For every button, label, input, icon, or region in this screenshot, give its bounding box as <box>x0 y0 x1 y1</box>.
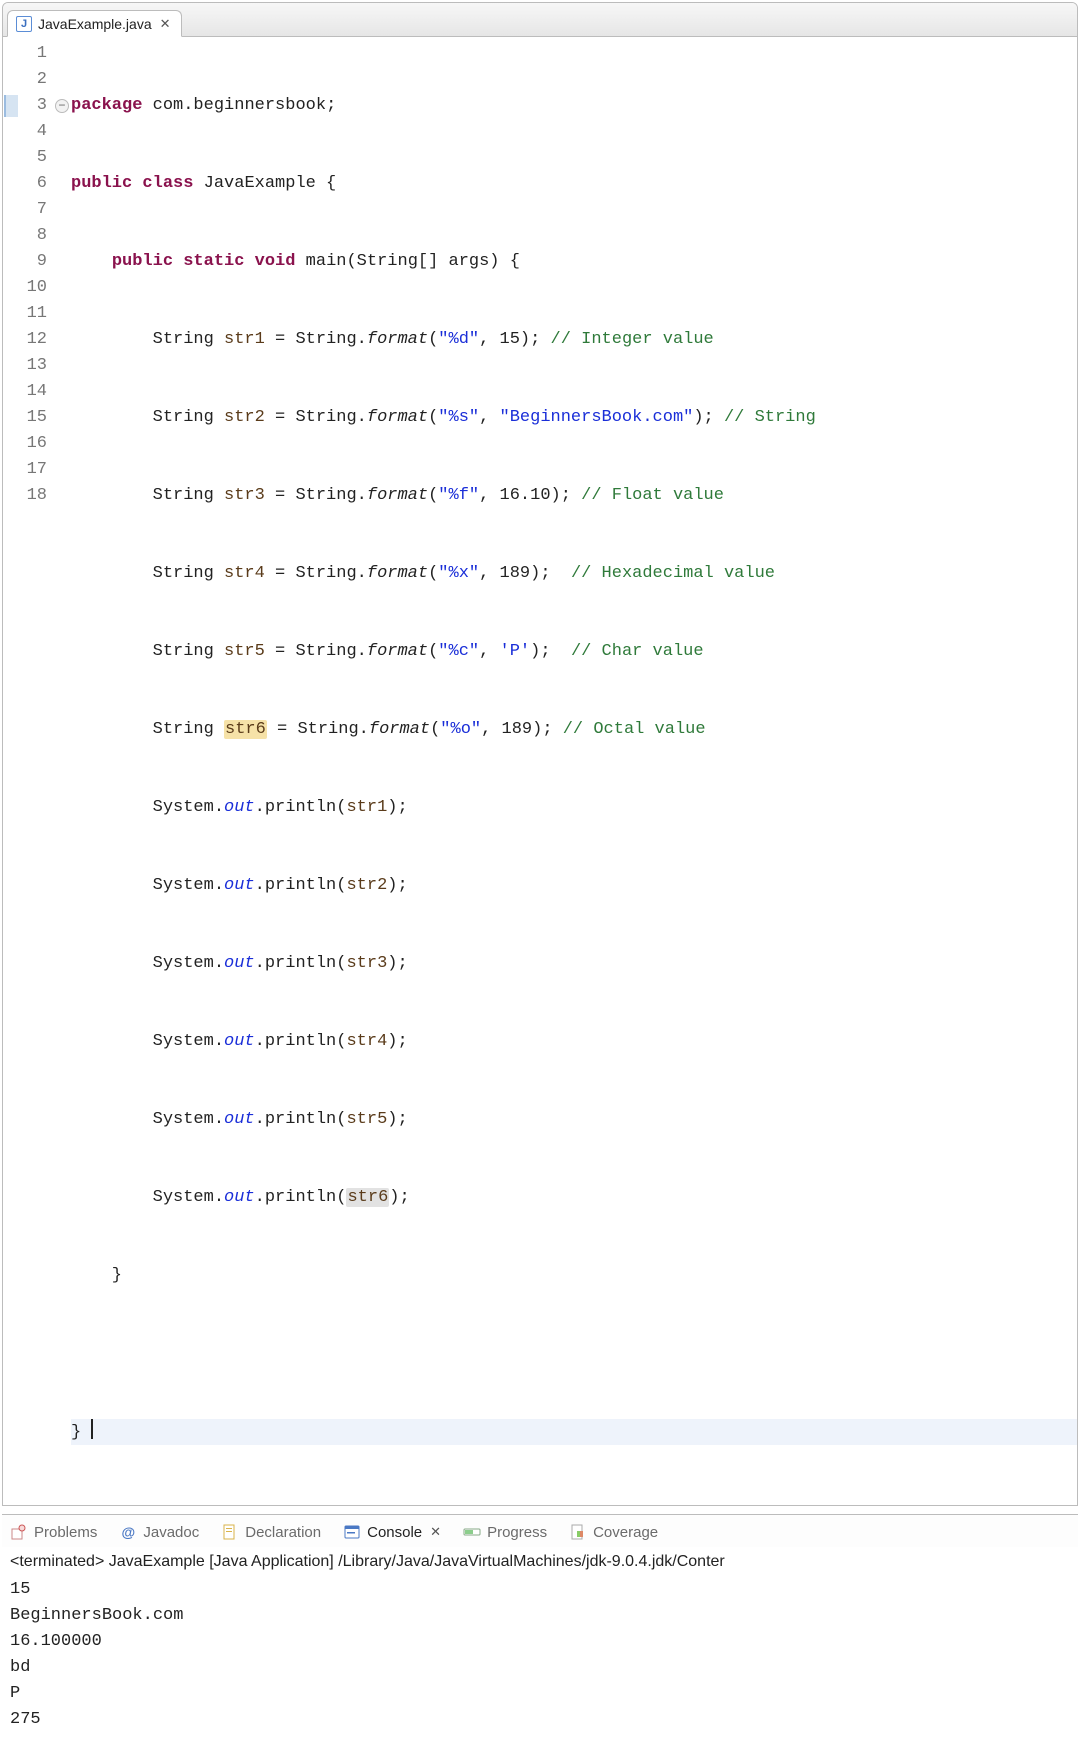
line-number: 7 <box>19 197 47 223</box>
line-number: 12 <box>19 327 47 353</box>
line-number: 16 <box>19 431 47 457</box>
code-line: String str3 = String.format("%f", 16.10)… <box>71 483 1077 509</box>
code-line: System.out.println(str1); <box>71 795 1077 821</box>
problems-icon <box>10 1523 28 1541</box>
code-line: System.out.println(str2); <box>71 873 1077 899</box>
line-number: 14 <box>19 379 47 405</box>
editor-tab-javaexample[interactable]: J JavaExample.java ✕ <box>7 10 182 37</box>
tab-label: Problems <box>34 1524 97 1541</box>
code-line: package com.beginnersbook; <box>71 93 1077 119</box>
code-line: public class JavaExample { <box>71 171 1077 197</box>
view-tab-bar: Problems @ Javadoc Declaration Console ✕… <box>2 1515 1078 1547</box>
javadoc-icon: @ <box>119 1523 137 1541</box>
code-line: System.out.println(str6); <box>71 1185 1077 1211</box>
code-line-current: } <box>71 1419 1077 1445</box>
close-icon[interactable]: ✕ <box>160 16 171 32</box>
bottom-panel: Problems @ Javadoc Declaration Console ✕… <box>2 1514 1078 1741</box>
code-line: System.out.println(str3); <box>71 951 1077 977</box>
line-number: 13 <box>19 353 47 379</box>
line-number-gutter: 1 2 3 4 5 6 7 8 9 10 11 12 13 14 15 16 1… <box>19 41 53 1497</box>
line-number: 6 <box>19 171 47 197</box>
code-line: System.out.println(str4); <box>71 1029 1077 1055</box>
editor-tab-bar: J JavaExample.java ✕ <box>3 3 1077 37</box>
line-number: 4 <box>19 119 47 145</box>
code-line: public static void main(String[] args) { <box>71 249 1077 275</box>
line-number: 18 <box>19 483 47 509</box>
line-number: 9 <box>19 249 47 275</box>
fold-toggle-icon[interactable]: − <box>55 99 69 113</box>
tab-label: Javadoc <box>143 1524 199 1541</box>
line-number: 10 <box>19 275 47 301</box>
text-cursor <box>91 1419 93 1439</box>
line-number: 1 <box>19 41 47 67</box>
line-number: 11 <box>19 301 47 327</box>
fold-gutter: − <box>53 41 71 1497</box>
code-line: String str4 = String.format("%x", 189); … <box>71 561 1077 587</box>
console-icon <box>343 1523 361 1541</box>
tab-declaration[interactable]: Declaration <box>221 1523 321 1541</box>
coverage-icon <box>569 1523 587 1541</box>
tab-label: Coverage <box>593 1524 658 1541</box>
code-line: } <box>71 1263 1077 1289</box>
tab-coverage[interactable]: Coverage <box>569 1523 658 1541</box>
code-line: System.out.println(str5); <box>71 1107 1077 1133</box>
tab-label: Progress <box>487 1524 547 1541</box>
code-line: String str2 = String.format("%s", "Begin… <box>71 405 1077 431</box>
highlight-reference: str6 <box>346 1188 389 1207</box>
tab-javadoc[interactable]: @ Javadoc <box>119 1523 199 1541</box>
progress-icon <box>463 1523 481 1541</box>
tab-label: Console <box>367 1524 422 1541</box>
gutter-annotations <box>3 41 19 1497</box>
console-line: BeginnersBook.com <box>10 1603 1070 1629</box>
line-number: 8 <box>19 223 47 249</box>
code-content[interactable]: package com.beginnersbook; public class … <box>71 41 1077 1497</box>
console-line: bd <box>10 1655 1070 1681</box>
java-file-icon: J <box>16 16 32 32</box>
line-number: 17 <box>19 457 47 483</box>
code-line <box>71 1341 1077 1367</box>
line-number: 2 <box>19 67 47 93</box>
console-status: <terminated> JavaExample [Java Applicati… <box>10 1549 1070 1575</box>
code-line: String str1 = String.format("%d", 15); /… <box>71 327 1077 353</box>
code-line: String str5 = String.format("%c", 'P'); … <box>71 639 1077 665</box>
console-line: 275 <box>10 1707 1070 1733</box>
editor-panel: J JavaExample.java ✕ 1 2 3 4 5 6 7 8 9 1… <box>2 2 1078 1506</box>
console-line: 16.100000 <box>10 1629 1070 1655</box>
console-line: P <box>10 1681 1070 1707</box>
console-line: 15 <box>10 1577 1070 1603</box>
line-number: 15 <box>19 405 47 431</box>
tab-label: Declaration <box>245 1524 321 1541</box>
code-editor[interactable]: 1 2 3 4 5 6 7 8 9 10 11 12 13 14 15 16 1… <box>3 37 1077 1505</box>
declaration-icon <box>221 1523 239 1541</box>
editor-tab-label: JavaExample.java <box>38 16 152 32</box>
tab-problems[interactable]: Problems <box>10 1523 97 1541</box>
console-output[interactable]: <terminated> JavaExample [Java Applicati… <box>2 1547 1078 1741</box>
close-icon[interactable]: ✕ <box>430 1524 441 1540</box>
override-marker-icon <box>4 95 18 117</box>
line-number: 3 <box>19 93 47 119</box>
tab-console[interactable]: Console ✕ <box>343 1523 441 1541</box>
tab-progress[interactable]: Progress <box>463 1523 547 1541</box>
code-line: String str6 = String.format("%o", 189); … <box>71 717 1077 743</box>
highlight-declaration: str6 <box>224 720 267 739</box>
line-number: 5 <box>19 145 47 171</box>
